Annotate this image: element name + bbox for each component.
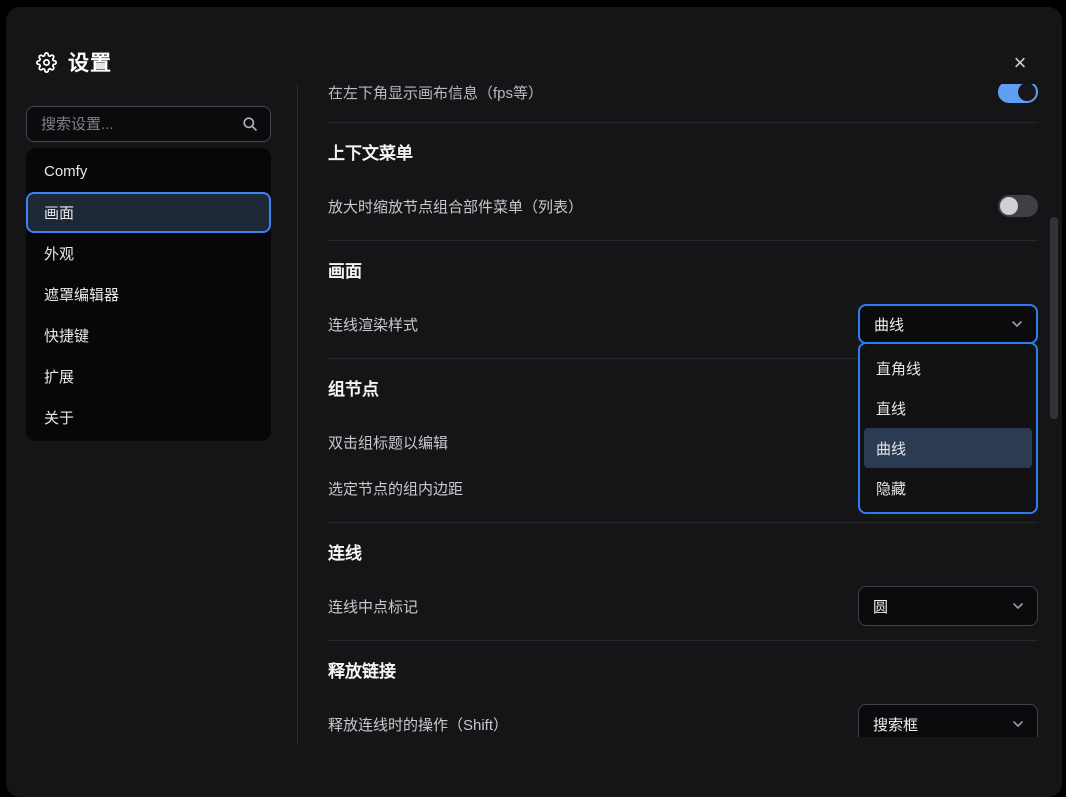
section-release-link: 释放链接 释放连线时的操作（Shift） 搜索框: [328, 640, 1038, 737]
section-links: 连线 连线中点标记 圆: [328, 522, 1038, 640]
gear-icon: [36, 52, 57, 73]
option-straight[interactable]: 直线: [864, 388, 1032, 428]
chevron-down-icon: [1011, 599, 1025, 613]
setting-label: 放大时缩放节点组合部件菜单（列表）: [328, 196, 583, 217]
settings-dialog: 设置 × Comfy 画面 外观 遮罩编辑器 快捷键 扩展 关于 在左下角显示画…: [6, 7, 1062, 797]
sidebar-item-canvas[interactable]: 画面: [26, 192, 271, 233]
setting-label: 释放连线时的操作（Shift）: [328, 714, 508, 735]
search-input[interactable]: [39, 115, 242, 134]
option-right-angle[interactable]: 直角线: [864, 348, 1032, 388]
option-curve[interactable]: 曲线: [864, 428, 1032, 468]
setting-row-widget-menu: 放大时缩放节点组合部件菜单（列表）: [328, 186, 1038, 226]
chevron-down-icon: [1011, 717, 1025, 731]
section-context-menu: 上下文菜单 放大时缩放节点组合部件菜单（列表）: [328, 122, 1038, 240]
canvas-info-toggle[interactable]: [998, 84, 1038, 103]
link-render-mode-dropdown: 直角线 直线 曲线 隐藏: [858, 342, 1038, 514]
sidebar-item-extensions[interactable]: 扩展: [26, 356, 271, 397]
dialog-header: 设置: [36, 47, 112, 77]
setting-label: 连线渲染样式: [328, 314, 418, 335]
section-title: 上下文菜单: [328, 139, 1038, 164]
setting-label: 连线中点标记: [328, 596, 418, 617]
release-action-select[interactable]: 搜索框: [858, 704, 1038, 737]
vertical-scrollbar-thumb[interactable]: [1050, 217, 1058, 419]
section-title: 释放链接: [328, 657, 1038, 682]
option-hidden[interactable]: 隐藏: [864, 468, 1032, 508]
toggle-knob: [1018, 84, 1036, 101]
setting-row-release-action: 释放连线时的操作（Shift） 搜索框: [328, 704, 1038, 737]
chevron-down-icon: [1010, 317, 1024, 331]
section-title: 连线: [328, 539, 1038, 564]
sidebar-item-hotkeys[interactable]: 快捷键: [26, 315, 271, 356]
dialog-title: 设置: [68, 47, 112, 77]
setting-label: 选定节点的组内边距: [328, 478, 463, 499]
setting-row-canvas-info: 在左下角显示画布信息（fps等）: [328, 84, 1038, 122]
section-title: 画面: [328, 257, 1038, 282]
settings-search-box[interactable]: [26, 106, 271, 142]
setting-label: 双击组标题以编辑: [328, 432, 448, 453]
section-canvas: 画面 连线渲染样式 曲线: [328, 240, 1038, 358]
close-icon: ×: [1014, 52, 1027, 74]
widget-menu-toggle[interactable]: [998, 195, 1038, 217]
link-render-mode-select[interactable]: 曲线: [858, 304, 1038, 344]
sidebar-item-comfy[interactable]: Comfy: [26, 151, 271, 192]
setting-row-link-render-mode: 连线渲染样式 曲线: [328, 304, 1038, 344]
sidebar-item-about[interactable]: 关于: [26, 397, 271, 438]
setting-label: 在左下角显示画布信息（fps等）: [328, 84, 543, 103]
toggle-knob: [1000, 197, 1018, 215]
close-button[interactable]: ×: [1006, 49, 1034, 77]
search-icon: [242, 116, 258, 132]
sidebar-item-appearance[interactable]: 外观: [26, 233, 271, 274]
settings-category-list: Comfy 画面 外观 遮罩编辑器 快捷键 扩展 关于: [26, 148, 271, 441]
sidebar-item-mask-editor[interactable]: 遮罩编辑器: [26, 274, 271, 315]
link-midpoint-select[interactable]: 圆: [858, 586, 1038, 626]
setting-row-link-midpoint: 连线中点标记 圆: [328, 586, 1038, 626]
